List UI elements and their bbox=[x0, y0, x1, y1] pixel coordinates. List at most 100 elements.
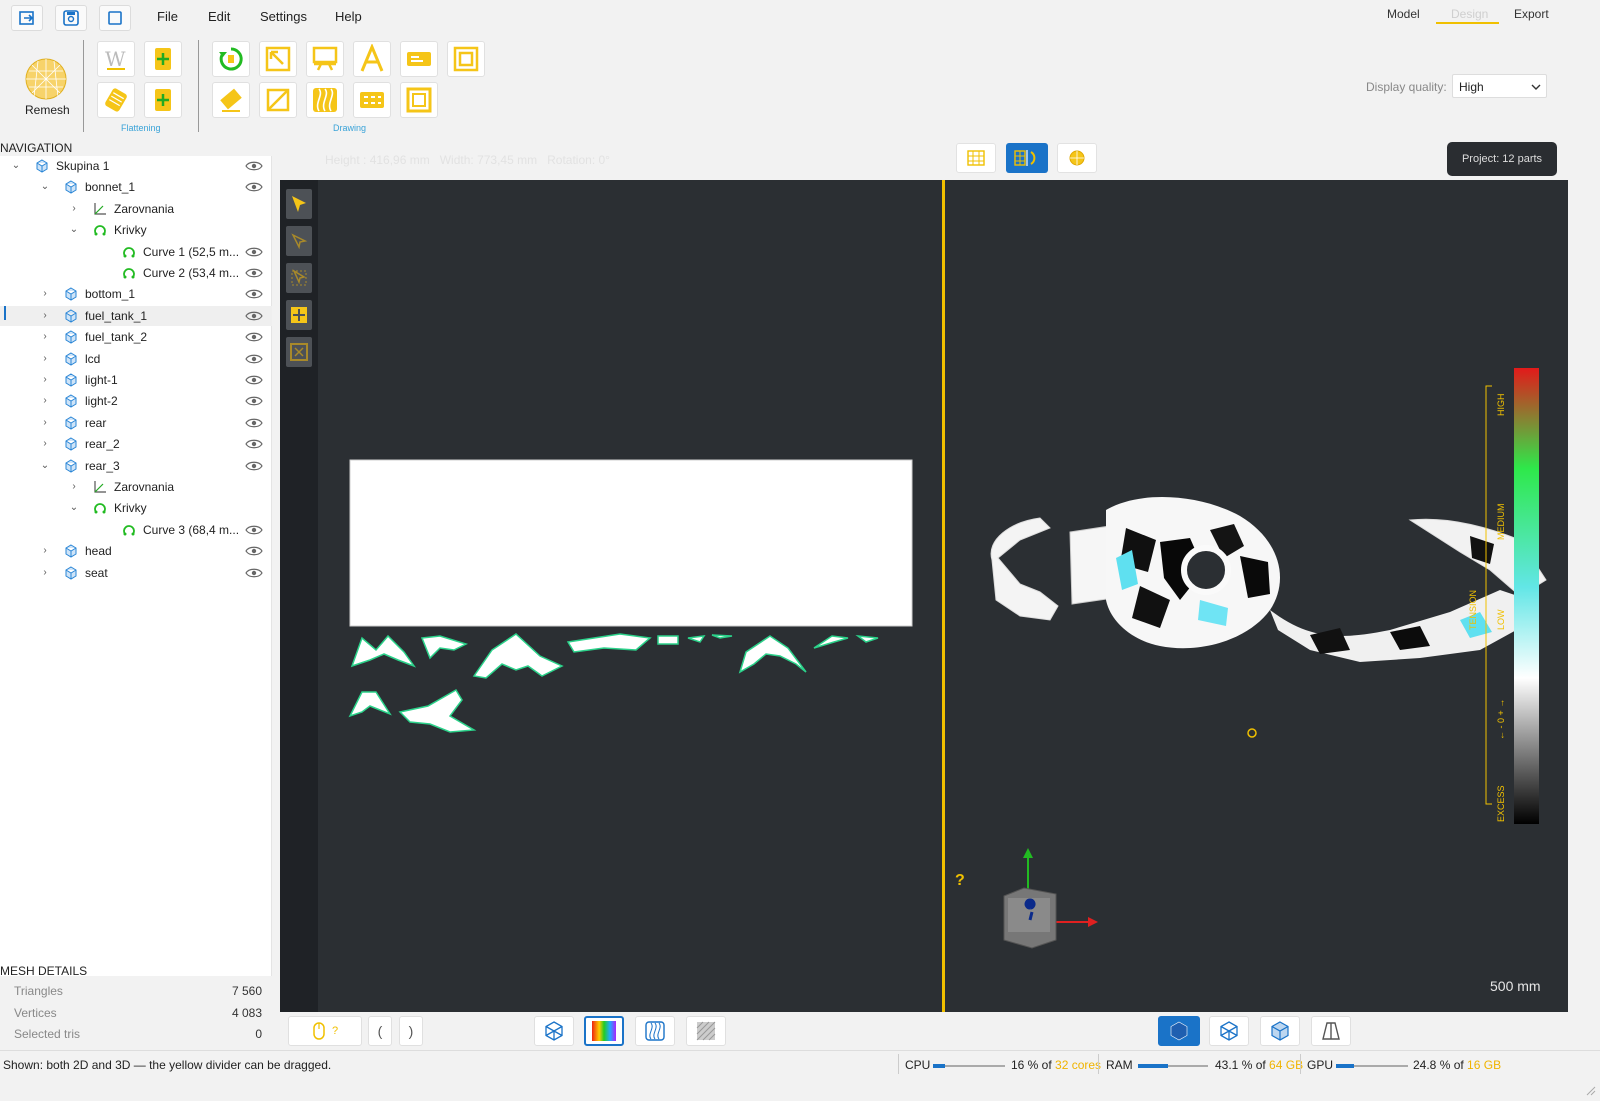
texture-button[interactable] bbox=[306, 82, 344, 118]
chevron-right-icon[interactable]: › bbox=[39, 288, 51, 300]
previous-button[interactable]: ( bbox=[368, 1016, 392, 1046]
tab-export[interactable]: Export bbox=[1514, 7, 1549, 21]
window-button[interactable] bbox=[99, 5, 131, 31]
chevron-right-icon[interactable]: › bbox=[39, 438, 51, 450]
tree-item[interactable]: ⌄ bonnet_1 bbox=[0, 177, 272, 197]
perspective-button[interactable] bbox=[1311, 1016, 1351, 1046]
tree-item[interactable]: Curve 3 (68,4 m... bbox=[0, 520, 272, 540]
chevron-right-icon[interactable]: › bbox=[39, 417, 51, 429]
brush-select-button[interactable] bbox=[286, 263, 312, 293]
visibility-eye-icon[interactable] bbox=[245, 267, 263, 279]
menu-help[interactable]: Help bbox=[335, 9, 362, 24]
mouse-hint-button[interactable]: ? bbox=[288, 1016, 362, 1046]
lasso-tool-button[interactable] bbox=[286, 226, 312, 256]
chevron-right-icon[interactable]: › bbox=[39, 353, 51, 365]
select-tool-button[interactable] bbox=[286, 189, 312, 219]
label-tool-button[interactable] bbox=[400, 41, 438, 77]
tree-item[interactable]: › lcd bbox=[0, 349, 272, 369]
pattern-button[interactable] bbox=[353, 82, 391, 118]
weld-tool-button[interactable]: W bbox=[97, 41, 135, 77]
visibility-eye-icon[interactable] bbox=[245, 310, 263, 322]
chevron-right-icon[interactable]: › bbox=[68, 203, 80, 215]
hatch-view-button[interactable] bbox=[686, 1016, 726, 1046]
tree-item[interactable]: › head bbox=[0, 541, 272, 561]
menu-edit[interactable]: Edit bbox=[208, 9, 230, 24]
visibility-eye-icon[interactable] bbox=[245, 524, 263, 536]
tree-item[interactable]: › bottom_1 bbox=[0, 284, 272, 304]
text-tool-button[interactable] bbox=[353, 41, 391, 77]
view-split-button[interactable] bbox=[1006, 143, 1048, 173]
chevron-right-icon[interactable]: › bbox=[39, 567, 51, 579]
visibility-eye-icon[interactable] bbox=[245, 374, 263, 386]
tension-map-button[interactable] bbox=[584, 1016, 624, 1046]
tree-item[interactable]: › light-2 bbox=[0, 391, 272, 411]
shrink-selection-button[interactable] bbox=[286, 337, 312, 367]
chevron-down-icon[interactable]: ⌄ bbox=[68, 224, 80, 236]
eraser-button[interactable] bbox=[212, 82, 250, 118]
tree-item[interactable]: Curve 1 (52,5 m... bbox=[0, 242, 272, 262]
tree-item[interactable]: ⌄ Krivky bbox=[0, 220, 272, 240]
chevron-right-icon[interactable]: › bbox=[39, 374, 51, 386]
texture-view-button[interactable] bbox=[635, 1016, 675, 1046]
visibility-eye-icon[interactable] bbox=[245, 567, 263, 579]
shaded-view-button[interactable] bbox=[1260, 1016, 1300, 1046]
tree-item[interactable]: › seat bbox=[0, 563, 272, 583]
tree-item[interactable]: › fuel_tank_2 bbox=[0, 327, 272, 347]
tree-item[interactable]: › Zarovnania bbox=[0, 199, 272, 219]
visibility-eye-icon[interactable] bbox=[245, 160, 263, 172]
display-quality-select[interactable]: High bbox=[1452, 74, 1547, 98]
tab-design[interactable]: Design bbox=[1451, 7, 1488, 21]
split-seam-button[interactable] bbox=[144, 82, 182, 118]
grow-selection-button[interactable] bbox=[286, 300, 312, 330]
menu-settings[interactable]: Settings bbox=[260, 9, 307, 24]
chevron-down-icon[interactable]: ⌄ bbox=[10, 160, 22, 172]
visibility-eye-icon[interactable] bbox=[245, 460, 263, 472]
menu-file[interactable]: File bbox=[157, 9, 178, 24]
clear-drawing-button[interactable] bbox=[259, 82, 297, 118]
frame-tool-button[interactable] bbox=[447, 41, 485, 77]
chevron-right-icon[interactable]: › bbox=[68, 481, 80, 493]
tree-item[interactable]: Curve 2 (53,4 m... bbox=[0, 263, 272, 283]
chevron-right-icon[interactable]: › bbox=[39, 395, 51, 407]
pivot-marker[interactable] bbox=[1247, 728, 1257, 738]
open-project-button[interactable] bbox=[11, 5, 43, 31]
chevron-down-icon[interactable]: ⌄ bbox=[39, 460, 51, 472]
tree-item[interactable]: › rear bbox=[0, 413, 272, 433]
board-button[interactable] bbox=[306, 41, 344, 77]
viewport-help[interactable]: ? bbox=[955, 872, 965, 890]
visibility-eye-icon[interactable] bbox=[245, 438, 263, 450]
wireframe-view-button[interactable] bbox=[534, 1016, 574, 1046]
chevron-right-icon[interactable]: › bbox=[39, 331, 51, 343]
remesh-button[interactable]: Remesh bbox=[18, 55, 74, 119]
tree-item[interactable]: › Zarovnania bbox=[0, 477, 272, 497]
visibility-eye-icon[interactable] bbox=[245, 331, 263, 343]
chevron-down-icon[interactable]: ⌄ bbox=[68, 502, 80, 514]
visibility-eye-icon[interactable] bbox=[245, 246, 263, 258]
solid-view-button[interactable] bbox=[1158, 1016, 1200, 1046]
visibility-eye-icon[interactable] bbox=[245, 395, 263, 407]
border-button[interactable] bbox=[400, 82, 438, 118]
visibility-eye-icon[interactable] bbox=[245, 353, 263, 365]
rotate-part-button[interactable] bbox=[212, 41, 250, 77]
save-button[interactable] bbox=[55, 5, 87, 31]
view-2d-button[interactable] bbox=[956, 143, 996, 173]
tree-item[interactable]: ⌄ Krivky bbox=[0, 498, 272, 518]
visibility-eye-icon[interactable] bbox=[245, 545, 263, 557]
chevron-down-icon[interactable]: ⌄ bbox=[39, 181, 51, 193]
chevron-right-icon[interactable]: › bbox=[39, 545, 51, 557]
orientation-gizmo[interactable] bbox=[1003, 848, 1098, 949]
tree-item[interactable]: › light-1 bbox=[0, 370, 272, 390]
add-seam-button[interactable] bbox=[144, 41, 182, 77]
visibility-eye-icon[interactable] bbox=[245, 288, 263, 300]
relax-tool-button[interactable] bbox=[97, 82, 135, 118]
move-part-button[interactable] bbox=[259, 41, 297, 77]
viewport[interactable]: HIGH MEDIUM TENSION LOW ← - 0 + → EXCESS… bbox=[280, 180, 1568, 1012]
next-button[interactable]: ) bbox=[399, 1016, 423, 1046]
tree-item[interactable]: › rear_2 bbox=[0, 434, 272, 454]
tree-item[interactable]: ⌄ rear_3 bbox=[0, 456, 272, 476]
resize-grip-icon[interactable] bbox=[1586, 1086, 1596, 1096]
visibility-eye-icon[interactable] bbox=[245, 417, 263, 429]
tab-model[interactable]: Model bbox=[1387, 7, 1420, 21]
tree-item[interactable]: ⌄ Skupina 1 bbox=[0, 156, 272, 176]
chevron-right-icon[interactable]: › bbox=[39, 310, 51, 322]
